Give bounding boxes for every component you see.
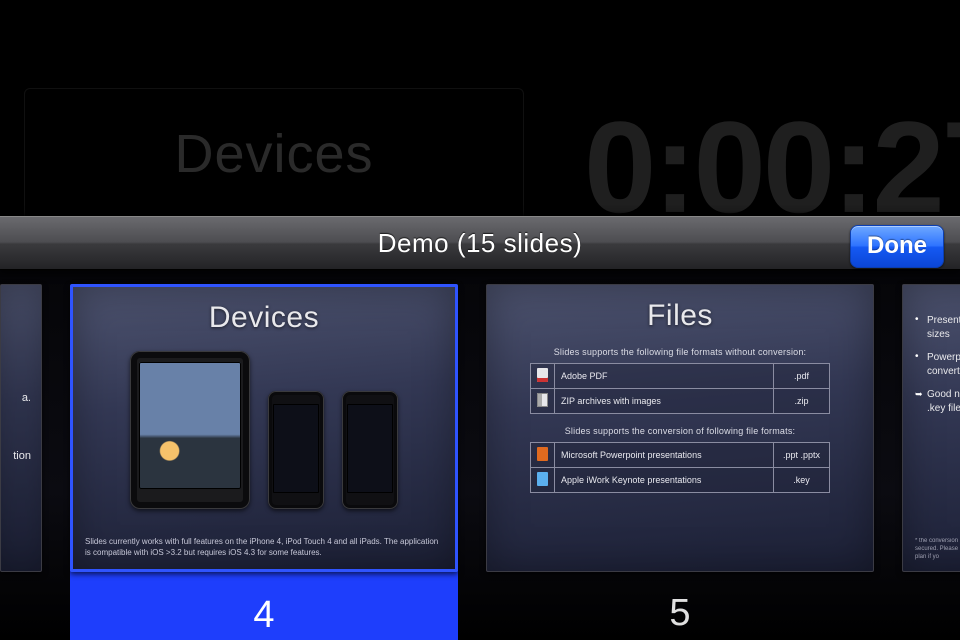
slide-4-number: 4 — [70, 570, 458, 640]
zip-icon — [537, 393, 548, 407]
slide-5-title: Files — [487, 285, 873, 341]
done-button[interactable]: Done — [850, 225, 944, 268]
slide-5-number: 5 — [486, 572, 874, 640]
pdf-icon — [537, 368, 548, 382]
iphone-icon — [268, 391, 324, 509]
key-icon — [537, 472, 548, 486]
slide-5-sub1: Slides supports the following file forma… — [487, 347, 873, 357]
slide-6-bullets: Presentation other sizes Powerpoint conv… — [913, 301, 960, 420]
slide-4-footnote: Slides currently works with full feature… — [85, 537, 443, 559]
slide-5-sub2: Slides supports the conversion of follow… — [487, 426, 873, 436]
formats-table-1: Adobe PDF .pdf ZIP archives with images … — [530, 363, 830, 414]
formats-table-2: Microsoft Powerpoint presentations .ppt … — [530, 442, 830, 493]
slide-picker-toolbar: Demo (15 slides) Done — [0, 216, 960, 270]
slide-thumb-4[interactable]: Devices — [70, 284, 458, 640]
slide-6-footnote: * the conversion is a paid transfer is s… — [915, 537, 960, 561]
picker-title: Demo (15 slides) — [378, 228, 583, 259]
slide-thumb-6[interactable]: Presentation other sizes Powerpoint conv… — [902, 284, 960, 572]
slide-thumb-3[interactable]: a. tion — [0, 284, 42, 572]
ipad-icon — [130, 351, 250, 509]
thumbnail-strip[interactable]: a. tion Devices — [0, 270, 960, 640]
slide-thumb-5[interactable]: Files Slides supports the following file… — [486, 284, 874, 640]
slide-3-fragment: a. tion — [13, 390, 31, 465]
slide-4-title: Devices — [73, 287, 455, 343]
iphone-icon — [342, 391, 398, 509]
devices-illustration — [73, 351, 455, 509]
ppt-icon — [537, 447, 548, 461]
